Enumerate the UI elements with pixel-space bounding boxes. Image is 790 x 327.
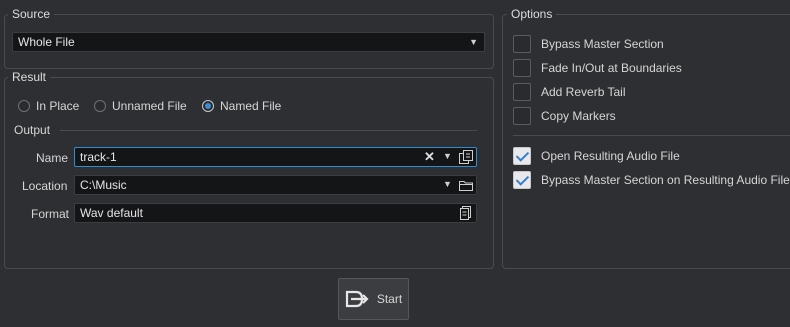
option-label: Bypass Master Section on Resulting Audio… (541, 173, 790, 187)
start-label: Start (376, 292, 403, 306)
option-label: Copy Markers (541, 109, 616, 123)
radio-unnamed-file[interactable]: Unnamed File (94, 99, 187, 113)
result-title: Result (8, 70, 51, 84)
radio-named-file-dot (202, 100, 214, 112)
option-label: Open Resulting Audio File (541, 149, 680, 163)
location-input[interactable]: C:\Music (74, 175, 477, 195)
option-label: Add Reverb Tail (541, 85, 626, 99)
chevron-down-icon: ▼ (469, 37, 478, 47)
option-bypass-master-section-on-result[interactable]: Bypass Master Section on Resulting Audio… (513, 171, 790, 189)
location-value: C:\Music (80, 178, 127, 192)
render-icon (345, 290, 371, 308)
clear-icon[interactable]: ✕ (424, 149, 435, 165)
radio-unnamed-file-label: Unnamed File (112, 99, 187, 113)
checkbox-checked (513, 147, 531, 165)
copy-icon[interactable] (458, 149, 474, 168)
checkbox (513, 59, 531, 77)
option-bypass-master-section[interactable]: Bypass Master Section (513, 35, 664, 53)
option-label: Fade In/Out at Boundaries (541, 61, 682, 75)
options-title: Options (507, 7, 557, 21)
location-label: Location (22, 179, 68, 193)
checkbox (513, 35, 531, 53)
file-settings-icon[interactable] (458, 205, 474, 224)
checkbox (513, 83, 531, 101)
radio-unnamed-file-dot (94, 100, 106, 112)
source-selected-value: Whole File (18, 35, 75, 49)
format-value: Wav default (80, 206, 143, 220)
options-divider (513, 135, 790, 136)
checkbox-checked (513, 171, 531, 189)
output-divider (60, 130, 477, 131)
source-select[interactable]: Whole File ▼ (12, 32, 485, 52)
radio-in-place-label: In Place (36, 99, 80, 113)
name-label: Name (36, 151, 69, 165)
source-title: Source (8, 7, 55, 21)
radio-in-place-dot (18, 100, 30, 112)
radio-in-place[interactable]: In Place (18, 99, 79, 113)
name-input[interactable]: track-1 (74, 147, 477, 167)
radio-named-file[interactable]: Named File (202, 99, 281, 113)
chevron-down-icon[interactable]: ▼ (443, 179, 452, 189)
output-title: Output (14, 123, 51, 137)
option-add-reverb-tail[interactable]: Add Reverb Tail (513, 83, 626, 101)
format-label: Format (31, 207, 70, 221)
format-input[interactable]: Wav default (74, 203, 477, 223)
start-button[interactable]: Start (338, 278, 409, 320)
option-open-resulting-audio-file[interactable]: Open Resulting Audio File (513, 147, 680, 165)
option-label: Bypass Master Section (541, 37, 664, 51)
folder-icon[interactable] (458, 177, 474, 196)
chevron-down-icon[interactable]: ▼ (443, 151, 452, 161)
option-copy-markers[interactable]: Copy Markers (513, 107, 616, 125)
name-value: track-1 (80, 150, 117, 164)
checkbox (513, 107, 531, 125)
radio-named-file-label: Named File (220, 99, 282, 113)
option-fade-in-out[interactable]: Fade In/Out at Boundaries (513, 59, 682, 77)
